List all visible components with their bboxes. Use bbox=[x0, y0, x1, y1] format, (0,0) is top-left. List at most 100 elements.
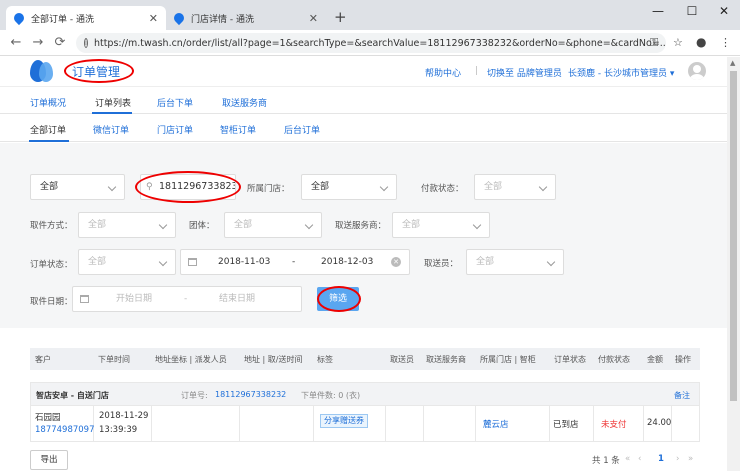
select-value: 全部 bbox=[311, 182, 330, 192]
star-icon[interactable]: ☆ bbox=[673, 36, 683, 49]
item-count: 下单件数: 0 (衣) bbox=[301, 391, 361, 400]
close-icon[interactable]: ✕ bbox=[149, 12, 158, 25]
tab-store-orders[interactable]: 门店订单 bbox=[157, 123, 193, 136]
select-value: 全部 bbox=[40, 182, 59, 192]
group-select[interactable]: 全部 bbox=[224, 212, 322, 238]
calendar-icon bbox=[188, 258, 197, 266]
col-address-coord: 地址坐标 | 派发人员 bbox=[155, 355, 227, 364]
date-start: 2018-11-03 bbox=[218, 257, 271, 267]
col-address-time: 地址 | 取/送时间 bbox=[244, 355, 303, 364]
secondary-nav: 全部订单 微信订单 门店订单 智柜订单 后台订单 bbox=[0, 115, 727, 142]
page-scrollbar[interactable]: ▲ bbox=[727, 57, 740, 471]
select-value: 全部 bbox=[476, 257, 495, 267]
close-icon[interactable]: ✕ bbox=[309, 12, 318, 25]
pay-status: 未支付 bbox=[601, 420, 627, 430]
prev-page-icon[interactable]: ‹ bbox=[638, 454, 641, 464]
store-link[interactable]: 麓云店 bbox=[483, 418, 509, 430]
remark-link[interactable]: 备注 bbox=[674, 390, 690, 401]
favicon-icon bbox=[11, 10, 27, 26]
key-icon[interactable]: ⚿ bbox=[650, 36, 658, 50]
pay-status-select[interactable]: 全部 bbox=[474, 174, 556, 200]
window-close-icon[interactable]: ✕ bbox=[714, 4, 734, 18]
order-group-header: 智店安卓 - 自送门店 订单号: 18112967338232 下单件数: 0 … bbox=[30, 382, 700, 406]
total-count: 共 1 条 bbox=[592, 456, 620, 466]
coupon-tag: 分享赠送券 bbox=[320, 414, 368, 428]
pay-status-label: 付款状态： bbox=[421, 184, 464, 194]
browser-titlebar: 全部订单 - 通洗 ✕ 门店详情 - 通洗 ✕ + — ☐ ✕ bbox=[0, 0, 740, 30]
reload-icon[interactable]: ⟳ bbox=[52, 35, 68, 50]
chevron-down-icon bbox=[538, 182, 548, 192]
order-status-label: 订单状态： bbox=[30, 260, 73, 270]
tab-order-overview[interactable]: 订单概况 bbox=[30, 96, 66, 109]
help-center-link[interactable]: 帮助中心 bbox=[425, 66, 461, 79]
col-order-status: 订单状态 bbox=[554, 355, 586, 364]
table-row: 石园园 18774987097 2018-11-29 13:39:39 分享赠送… bbox=[30, 406, 700, 442]
current-page[interactable]: 1 bbox=[658, 454, 664, 464]
switch-role-link[interactable]: 切换至 品牌管理员 bbox=[487, 66, 562, 79]
tab-store-detail[interactable]: 门店详情 - 通洗 ✕ bbox=[166, 6, 326, 30]
annotation-circle bbox=[317, 286, 361, 312]
tab-all-orders[interactable]: 全部订单 - 通洗 ✕ bbox=[6, 6, 166, 30]
active-tab-indicator bbox=[29, 140, 69, 142]
last-page-icon[interactable]: » bbox=[688, 454, 693, 464]
chevron-down-icon bbox=[304, 220, 314, 230]
order-date-range[interactable]: 2018-11-03 - 2018-12-03 ✕ bbox=[180, 249, 410, 275]
table-header: 客户 下单时间 地址坐标 | 派发人员 地址 | 取/送时间 标签 取送员 取送… bbox=[30, 348, 700, 370]
pickup-method-select[interactable]: 全部 bbox=[78, 212, 176, 238]
new-tab-icon[interactable]: + bbox=[334, 8, 347, 26]
tab-delivery-provider[interactable]: 取送服务商 bbox=[222, 96, 267, 109]
app-header: 订单管理 帮助中心 | 切换至 品牌管理员 长颈鹿 - 长沙城市管理员 ▾ bbox=[0, 57, 727, 87]
col-store: 所属门店 | 智柜 bbox=[480, 355, 536, 364]
tab-all-orders[interactable]: 全部订单 bbox=[30, 123, 66, 136]
scroll-thumb[interactable] bbox=[730, 71, 737, 401]
tab-backend-orders[interactable]: 后台订单 bbox=[284, 123, 320, 136]
tab-label: 门店详情 - 通洗 bbox=[191, 14, 254, 25]
tab-order-list[interactable]: 订单列表 bbox=[95, 96, 131, 109]
chevron-down-icon bbox=[472, 220, 482, 230]
chevron-down-icon bbox=[379, 182, 389, 192]
customer-phone[interactable]: 18774987097 bbox=[35, 425, 95, 435]
chevron-down-icon bbox=[158, 257, 168, 267]
order-time: 13:39:39 bbox=[99, 425, 138, 435]
amount: 24.00 bbox=[647, 418, 672, 428]
scroll-up-icon[interactable]: ▲ bbox=[730, 59, 735, 67]
store-select[interactable]: 全部 bbox=[301, 174, 397, 200]
col-actions: 操作 bbox=[675, 355, 691, 364]
tab-wechat-orders[interactable]: 微信订单 bbox=[93, 123, 129, 136]
menu-icon[interactable]: ⋮ bbox=[720, 36, 731, 49]
customer-name: 石园园 bbox=[35, 413, 61, 423]
primary-nav: 订单概况 订单列表 后台下单 取送服务商 bbox=[0, 88, 727, 114]
avatar[interactable] bbox=[688, 62, 706, 80]
tab-backend-order[interactable]: 后台下单 bbox=[157, 96, 193, 109]
first-page-icon[interactable]: « bbox=[625, 454, 630, 464]
pickup-method-label: 取件方式： bbox=[30, 221, 73, 231]
profile-icon[interactable]: ● bbox=[696, 35, 706, 49]
courier-select[interactable]: 全部 bbox=[466, 249, 564, 275]
date-end: 2018-12-03 bbox=[321, 257, 374, 267]
user-menu[interactable]: 长颈鹿 - 长沙城市管理员 ▾ bbox=[568, 66, 674, 79]
info-icon[interactable]: i bbox=[84, 38, 88, 48]
minimize-icon[interactable]: — bbox=[648, 4, 668, 18]
address-bar[interactable]: i https://m.twash.cn/order/list/all?page… bbox=[76, 33, 666, 53]
tab-locker-orders[interactable]: 智柜订单 bbox=[220, 123, 256, 136]
back-icon[interactable]: ← bbox=[8, 35, 24, 50]
store-label: 所属门店： bbox=[247, 184, 290, 194]
chevron-down-icon bbox=[546, 257, 556, 267]
browser-toolbar: ← → ⟳ i https://m.twash.cn/order/list/al… bbox=[0, 30, 740, 56]
clear-icon[interactable]: ✕ bbox=[391, 257, 401, 267]
order-status-select[interactable]: 全部 bbox=[78, 249, 176, 275]
next-page-icon[interactable]: › bbox=[676, 454, 679, 464]
delivery-provider-select[interactable]: 全部 bbox=[392, 212, 490, 238]
chevron-down-icon bbox=[107, 182, 117, 192]
pickup-start-placeholder: 开始日期 bbox=[116, 294, 153, 304]
order-no-link[interactable]: 18112967338232 bbox=[215, 390, 286, 399]
select-value: 全部 bbox=[88, 257, 107, 267]
col-pay-status: 付款状态 bbox=[598, 355, 630, 364]
forward-icon[interactable]: → bbox=[30, 35, 46, 50]
export-button[interactable]: 导出 bbox=[30, 450, 68, 470]
active-tab-indicator bbox=[92, 112, 132, 114]
col-order-time: 下单时间 bbox=[98, 355, 130, 364]
maximize-icon[interactable]: ☐ bbox=[682, 4, 702, 18]
search-type-select[interactable]: 全部 bbox=[30, 174, 125, 200]
pickup-date-range[interactable]: 开始日期 - 结束日期 bbox=[72, 286, 302, 312]
